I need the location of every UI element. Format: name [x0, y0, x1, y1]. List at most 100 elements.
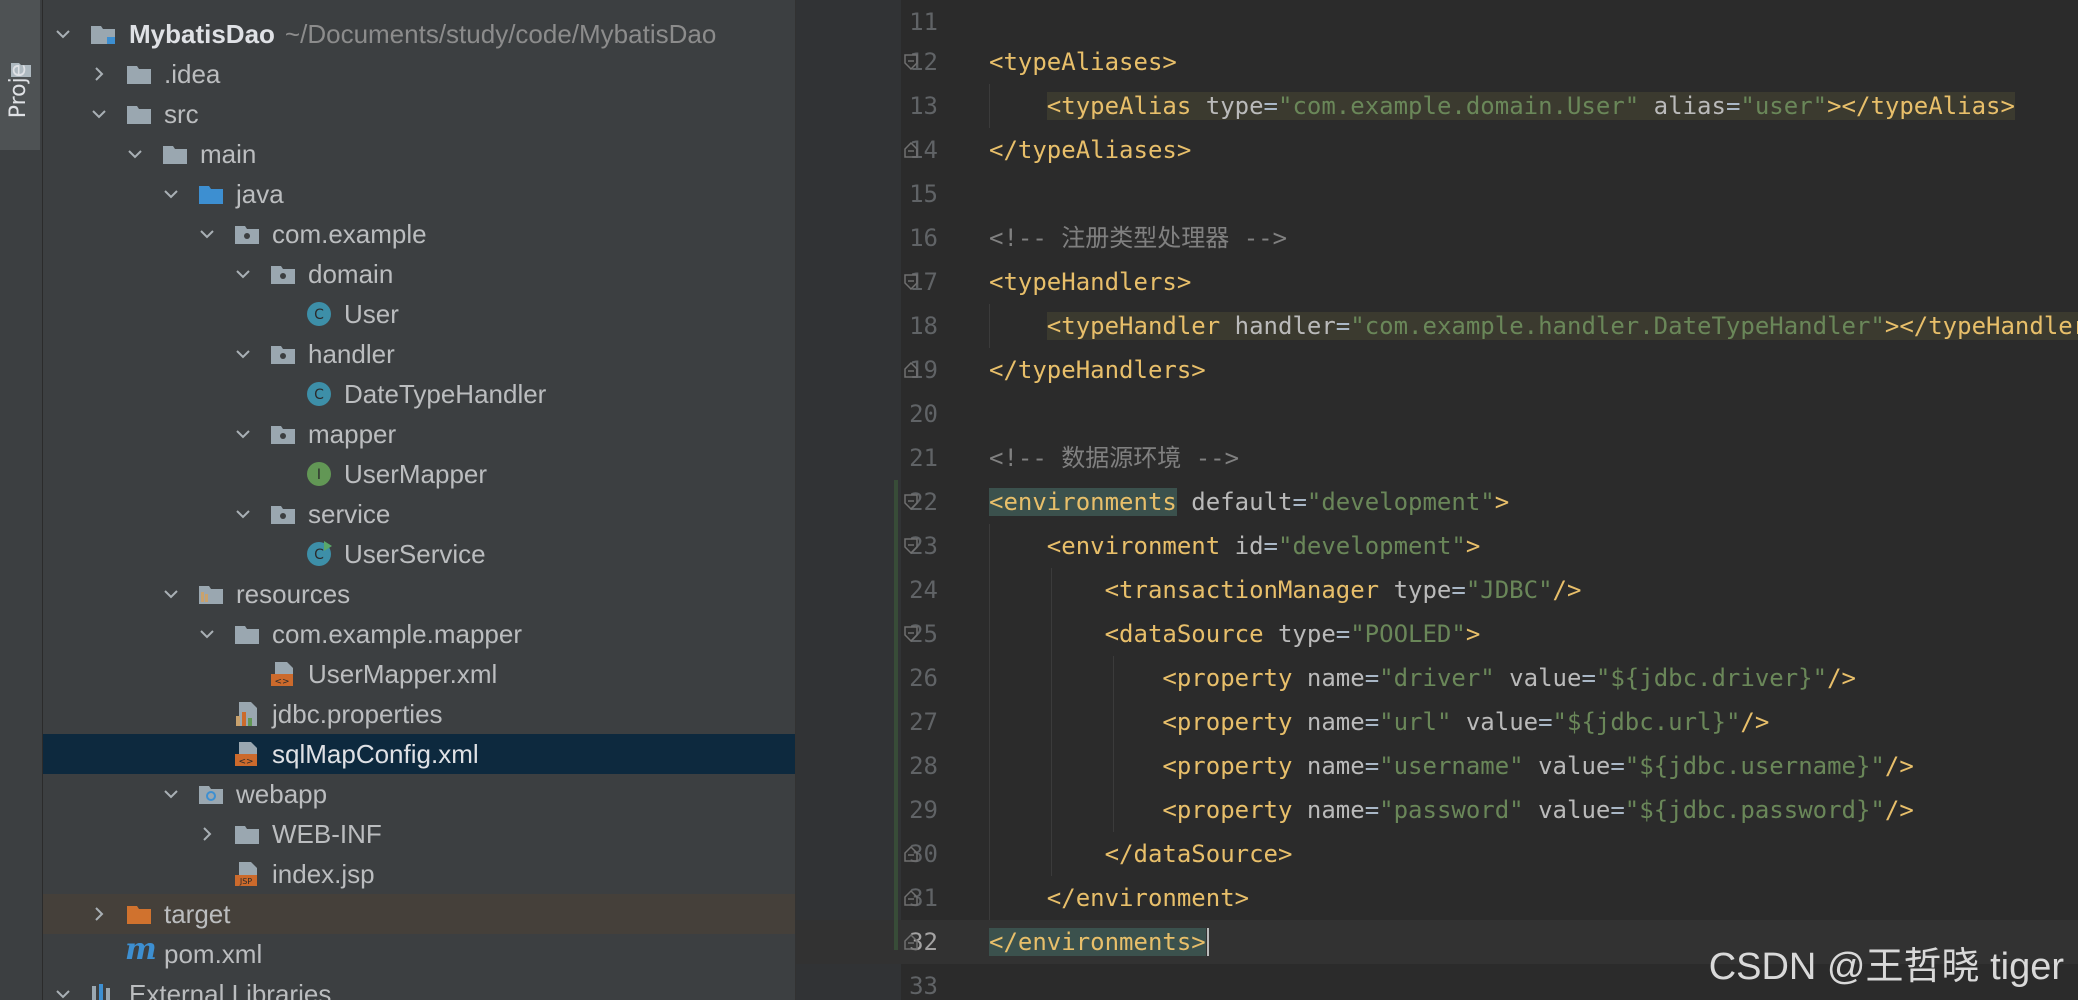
line-number: 26	[909, 664, 938, 692]
tree-label: UserService	[344, 539, 486, 569]
tree-row-target[interactable]: target	[43, 894, 795, 934]
svg-text:I: I	[317, 467, 321, 483]
code-line-21[interactable]: <!-- 数据源环境 -->	[989, 436, 1239, 480]
tree-label: sqlMapConfig.xml	[272, 739, 479, 769]
source-folder-icon	[199, 186, 223, 204]
code-line-28[interactable]: <property name="username" value="${jdbc.…	[989, 744, 1913, 788]
chevron-down-icon[interactable]	[235, 426, 251, 442]
tree-row-pom-xml[interactable]: m pom.xml	[43, 934, 795, 974]
svg-text:C: C	[314, 387, 324, 403]
code-line-14[interactable]: </typeAliases>	[989, 128, 1191, 172]
tree-row-sqlmapconfig-xml[interactable]: <> sqlMapConfig.xml	[43, 734, 795, 774]
fold-open-icon[interactable]	[904, 54, 918, 70]
tree-row-date-type-handler[interactable]: C DateTypeHandler	[43, 374, 795, 414]
folder-icon	[235, 826, 259, 844]
tree-row-external-libraries[interactable]: External Libraries	[43, 974, 795, 1000]
fold-open-icon[interactable]	[904, 494, 918, 510]
code-line-12[interactable]: <typeAliases>	[989, 40, 1177, 84]
fold-close-icon[interactable]	[904, 362, 918, 378]
comment-datasource: <!-- 数据源环境 -->	[989, 444, 1240, 472]
chevron-down-icon[interactable]	[55, 26, 71, 42]
code-line-13[interactable]: <typeAlias type="com.example.domain.User…	[989, 84, 2015, 128]
tree-row-java[interactable]: java	[43, 174, 795, 214]
chevron-down-icon[interactable]	[235, 506, 251, 522]
chevron-right-icon[interactable]	[199, 826, 215, 842]
project-tree[interactable]: MybatisDao ~/Documents/study/code/Mybatis…	[43, 0, 796, 1000]
alias-name-value: "user"	[1740, 92, 1828, 120]
code-line-32[interactable]: </environments>	[989, 920, 1209, 964]
code-line-23[interactable]: <environment id="development">	[989, 524, 1481, 568]
code-line-22[interactable]: <environments default="development">	[989, 480, 1509, 524]
excluded-folder-icon	[127, 906, 151, 924]
tree-row-resources[interactable]: resources	[43, 574, 795, 614]
prop-value: "${jdbc.driver}"	[1595, 664, 1828, 692]
code-editor[interactable]: 11 12 13 14 15 16 17 18 19 20 21 22 23 2…	[796, 0, 2078, 1000]
watermark: CSDN @王哲晓 tiger	[1708, 946, 2064, 988]
chevron-down-icon[interactable]	[163, 586, 179, 602]
tree-row-user-service[interactable]: C UserService	[43, 534, 795, 574]
code-line-18[interactable]: <typeHandler handler="com.example.handle…	[989, 304, 2078, 348]
tree-label: java	[236, 179, 284, 209]
folder-icon	[235, 626, 259, 644]
tree-row-jdbc-properties[interactable]: jdbc.properties	[43, 694, 795, 734]
code-line-26[interactable]: <property name="driver" value="${jdbc.dr…	[989, 656, 1856, 700]
chevron-right-icon[interactable]	[91, 906, 107, 922]
svg-text:<>: <>	[238, 757, 253, 767]
code-line-29[interactable]: <property name="password" value="${jdbc.…	[989, 788, 1913, 832]
line-number: 13	[909, 92, 938, 120]
chevron-down-icon[interactable]	[163, 786, 179, 802]
chevron-down-icon[interactable]	[91, 106, 107, 122]
tree-label: DateTypeHandler	[344, 379, 547, 409]
line-number: 24	[909, 576, 938, 604]
tree-row-user[interactable]: C User	[43, 294, 795, 334]
code-line-16[interactable]: <!-- 注册类型处理器 -->	[989, 216, 1287, 260]
chevron-right-icon[interactable]	[91, 66, 107, 82]
fold-open-icon[interactable]	[904, 626, 918, 642]
chevron-down-icon[interactable]	[235, 346, 251, 362]
ds-type-value: "POOLED"	[1350, 620, 1466, 648]
tree-row-mapper[interactable]: mapper	[43, 414, 795, 454]
tree-row-domain[interactable]: domain	[43, 254, 795, 294]
tree-row-com-example[interactable]: com.example	[43, 214, 795, 254]
chevron-down-icon[interactable]	[163, 186, 179, 202]
package-icon	[235, 226, 259, 244]
code-line-30[interactable]: </dataSource>	[989, 832, 1293, 876]
fold-close-icon[interactable]	[904, 890, 918, 906]
chevron-down-icon[interactable]	[55, 986, 71, 1000]
tree-row-web-inf[interactable]: WEB-INF	[43, 814, 795, 854]
fold-open-icon[interactable]	[904, 274, 918, 290]
line-number-gutter	[796, 0, 901, 1000]
tree-row-service[interactable]: service	[43, 494, 795, 534]
line-number: 28	[909, 752, 938, 780]
code-line-24[interactable]: <transactionManager type="JDBC"/>	[989, 568, 1582, 612]
tree-row-user-mapper[interactable]: I UserMapper	[43, 454, 795, 494]
tree-row-idea[interactable]: .idea	[43, 54, 795, 94]
code-line-31[interactable]: </environment>	[989, 876, 1249, 920]
code-line-19[interactable]: </typeHandlers>	[989, 348, 1206, 392]
prop-value: "${jdbc.password}"	[1624, 796, 1885, 824]
project-tool-tab[interactable]: Proje	[0, 0, 40, 150]
fold-open-icon[interactable]	[904, 538, 918, 554]
tree-row-project-root[interactable]: MybatisDao ~/Documents/study/code/Mybatis…	[43, 14, 795, 54]
code-line-25[interactable]: <dataSource type="POOLED">	[989, 612, 1481, 656]
tool-window-strip: Proje	[0, 0, 43, 1000]
prop-name: "driver"	[1379, 664, 1495, 692]
tree-row-src[interactable]: src	[43, 94, 795, 134]
tree-row-index-jsp[interactable]: JSP index.jsp	[43, 854, 795, 894]
tree-row-handler[interactable]: handler	[43, 334, 795, 374]
chevron-down-icon[interactable]	[199, 626, 215, 642]
tree-row-user-mapper-xml[interactable]: <> UserMapper.xml	[43, 654, 795, 694]
prop-name: "password"	[1379, 796, 1524, 824]
code-line-27[interactable]: <property name="url" value="${jdbc.url}"…	[989, 700, 1769, 744]
tree-row-main[interactable]: main	[43, 134, 795, 174]
code-line-17[interactable]: <typeHandlers>	[989, 260, 1191, 304]
fold-close-icon[interactable]	[904, 846, 918, 862]
tree-row-webapp[interactable]: webapp	[43, 774, 795, 814]
fold-close-icon[interactable]	[904, 934, 918, 950]
fold-close-icon[interactable]	[904, 142, 918, 158]
line-number: 29	[909, 796, 938, 824]
chevron-down-icon[interactable]	[235, 266, 251, 282]
tree-row-com-example-mapper[interactable]: com.example.mapper	[43, 614, 795, 654]
chevron-down-icon[interactable]	[199, 226, 215, 242]
chevron-down-icon[interactable]	[127, 146, 143, 162]
